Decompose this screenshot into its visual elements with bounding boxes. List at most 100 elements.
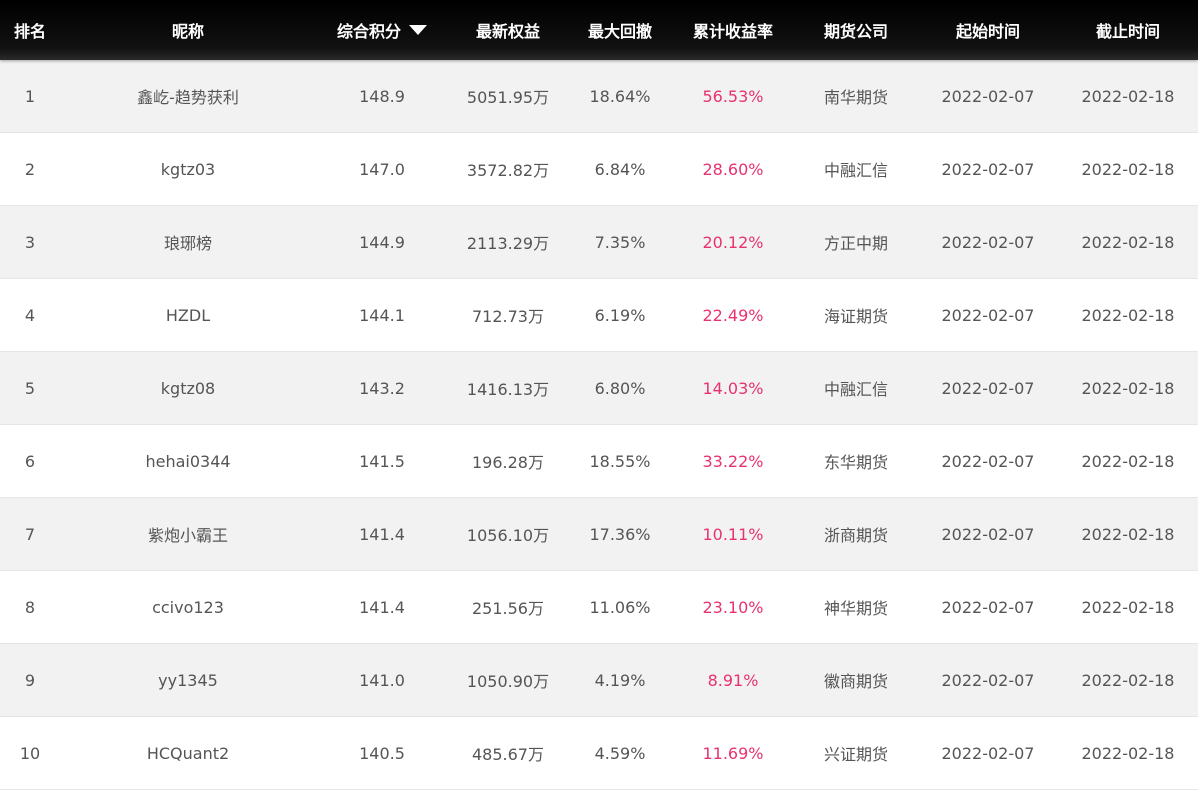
table-row[interactable]: 4 HZDL 144.1 712.73万 6.19% 22.49% 海证期货 2…	[0, 279, 1198, 352]
company-cell: 东华期货	[823, 453, 888, 472]
drawdown-cell: 4.19%	[594, 670, 646, 690]
equity-cell: 3572.82万	[466, 161, 550, 180]
return-cell: 33.22%	[702, 451, 764, 471]
nickname-cell[interactable]: kgtz08	[88, 352, 288, 424]
table-row[interactable]: 1 鑫屹-趋势获利 148.9 5051.95万 18.64% 56.53% 南…	[0, 60, 1198, 133]
table-row[interactable]: 2 kgtz03 147.0 3572.82万 6.84% 28.60% 中融汇…	[0, 133, 1198, 206]
nickname-cell[interactable]: hehai0344	[88, 425, 288, 497]
table-header: 排名 昵称 综合积分 最新权益 最大回撤 累计收益率 期货公司 起始时间 截止时…	[0, 0, 1198, 60]
return-cell: 20.12%	[702, 232, 764, 252]
end-time-cell: 2022-02-18	[1081, 232, 1175, 252]
nickname-cell[interactable]: yy1345	[88, 644, 288, 716]
table-row[interactable]: 5 kgtz08 143.2 1416.13万 6.80% 14.03% 中融汇…	[0, 352, 1198, 425]
col-header-nickname-label: 昵称	[171, 22, 204, 41]
rank-cell: 1	[24, 86, 36, 106]
company-cell: 中融汇信	[823, 380, 888, 399]
nickname-cell[interactable]: 紫炮小霸王	[88, 498, 288, 570]
company-cell: 兴证期货	[823, 745, 888, 764]
ranking-table: 排名 昵称 综合积分 最新权益 最大回撤 累计收益率 期货公司 起始时间 截止时…	[0, 0, 1198, 790]
score-cell: 147.0	[359, 159, 405, 179]
table-row[interactable]: 10 HCQuant2 140.5 485.67万 4.59% 11.69% 兴…	[0, 717, 1198, 790]
equity-cell: 196.28万	[472, 453, 544, 472]
return-cell: 23.10%	[702, 597, 764, 617]
end-time-cell: 2022-02-18	[1081, 378, 1175, 398]
table-row[interactable]: 8 ccivo123 141.4 251.56万 11.06% 23.10% 神…	[0, 571, 1198, 644]
col-header-start-label: 起始时间	[955, 22, 1020, 41]
return-cell: 28.60%	[702, 159, 764, 179]
rank-cell: 2	[24, 159, 36, 179]
drawdown-cell: 18.64%	[589, 86, 651, 106]
company-cell: 神华期货	[823, 599, 888, 618]
col-header-end-label: 截止时间	[1095, 22, 1160, 41]
sort-descending-icon[interactable]	[409, 25, 427, 35]
score-cell: 144.9	[359, 232, 405, 252]
return-cell: 8.91%	[707, 670, 759, 690]
drawdown-cell: 6.19%	[594, 305, 646, 325]
start-time-cell: 2022-02-07	[941, 159, 1035, 179]
rank-cell: 7	[24, 524, 36, 544]
equity-cell: 1416.13万	[466, 380, 550, 399]
end-time-cell: 2022-02-18	[1081, 305, 1175, 325]
start-time-cell: 2022-02-07	[941, 524, 1035, 544]
rank-cell: 9	[24, 670, 36, 690]
col-header-equity-label: 最新权益	[475, 22, 540, 41]
start-time-cell: 2022-02-07	[941, 670, 1035, 690]
equity-cell: 712.73万	[472, 307, 544, 326]
equity-cell: 2113.29万	[466, 234, 550, 253]
col-header-rank[interactable]: 排名	[0, 0, 60, 60]
drawdown-cell: 6.84%	[594, 159, 646, 179]
rank-cell: 3	[24, 232, 36, 252]
col-header-score[interactable]: 综合积分	[322, 0, 442, 60]
start-time-cell: 2022-02-07	[941, 378, 1035, 398]
start-time-cell: 2022-02-07	[941, 232, 1035, 252]
return-cell: 11.69%	[702, 743, 764, 763]
drawdown-cell: 11.06%	[589, 597, 651, 617]
table-row[interactable]: 6 hehai0344 141.5 196.28万 18.55% 33.22% …	[0, 425, 1198, 498]
col-header-drawdown[interactable]: 最大回撤	[570, 0, 670, 60]
equity-cell: 1050.90万	[466, 672, 550, 691]
score-cell: 141.5	[359, 451, 405, 471]
start-time-cell: 2022-02-07	[941, 743, 1035, 763]
equity-cell: 251.56万	[472, 599, 544, 618]
col-header-rank-label: 排名	[13, 22, 46, 41]
score-cell: 144.1	[359, 305, 405, 325]
table-row[interactable]: 9 yy1345 141.0 1050.90万 4.19% 8.91% 徽商期货…	[0, 644, 1198, 717]
drawdown-cell: 4.59%	[594, 743, 646, 763]
return-cell: 22.49%	[702, 305, 764, 325]
company-cell: 海证期货	[823, 307, 888, 326]
score-cell: 141.0	[359, 670, 405, 690]
company-cell: 方正中期	[823, 234, 888, 253]
score-cell: 143.2	[359, 378, 405, 398]
col-header-start-time[interactable]: 起始时间	[918, 0, 1058, 60]
end-time-cell: 2022-02-18	[1081, 524, 1175, 544]
table-row[interactable]: 3 琅琊榜 144.9 2113.29万 7.35% 20.12% 方正中期 2…	[0, 206, 1198, 279]
col-header-return-label: 累计收益率	[692, 22, 773, 41]
nickname-cell[interactable]: kgtz03	[88, 133, 288, 205]
end-time-cell: 2022-02-18	[1081, 597, 1175, 617]
rank-cell: 8	[24, 597, 36, 617]
table-row[interactable]: 7 紫炮小霸王 141.4 1056.10万 17.36% 10.11% 浙商期…	[0, 498, 1198, 571]
col-header-drawdown-label: 最大回撤	[587, 22, 652, 41]
company-cell: 中融汇信	[823, 161, 888, 180]
nickname-cell[interactable]: HCQuant2	[88, 717, 288, 789]
score-cell: 141.4	[359, 524, 405, 544]
equity-cell: 5051.95万	[466, 88, 550, 107]
col-header-company[interactable]: 期货公司	[806, 0, 906, 60]
return-cell: 56.53%	[702, 86, 764, 106]
nickname-cell[interactable]: 琅琊榜	[88, 206, 288, 278]
col-header-equity[interactable]: 最新权益	[448, 0, 568, 60]
nickname-cell[interactable]: ccivo123	[88, 571, 288, 643]
equity-cell: 1056.10万	[466, 526, 550, 545]
end-time-cell: 2022-02-18	[1081, 159, 1175, 179]
drawdown-cell: 6.80%	[594, 378, 646, 398]
end-time-cell: 2022-02-18	[1081, 86, 1175, 106]
company-cell: 南华期货	[823, 88, 888, 107]
nickname-cell[interactable]: 鑫屹-趋势获利	[88, 60, 288, 132]
col-header-nickname[interactable]: 昵称	[88, 0, 288, 60]
col-header-end-time[interactable]: 截止时间	[1058, 0, 1198, 60]
rank-cell: 4	[24, 305, 36, 325]
return-cell: 14.03%	[702, 378, 764, 398]
col-header-return[interactable]: 累计收益率	[673, 0, 793, 60]
nickname-cell[interactable]: HZDL	[88, 279, 288, 351]
end-time-cell: 2022-02-18	[1081, 670, 1175, 690]
